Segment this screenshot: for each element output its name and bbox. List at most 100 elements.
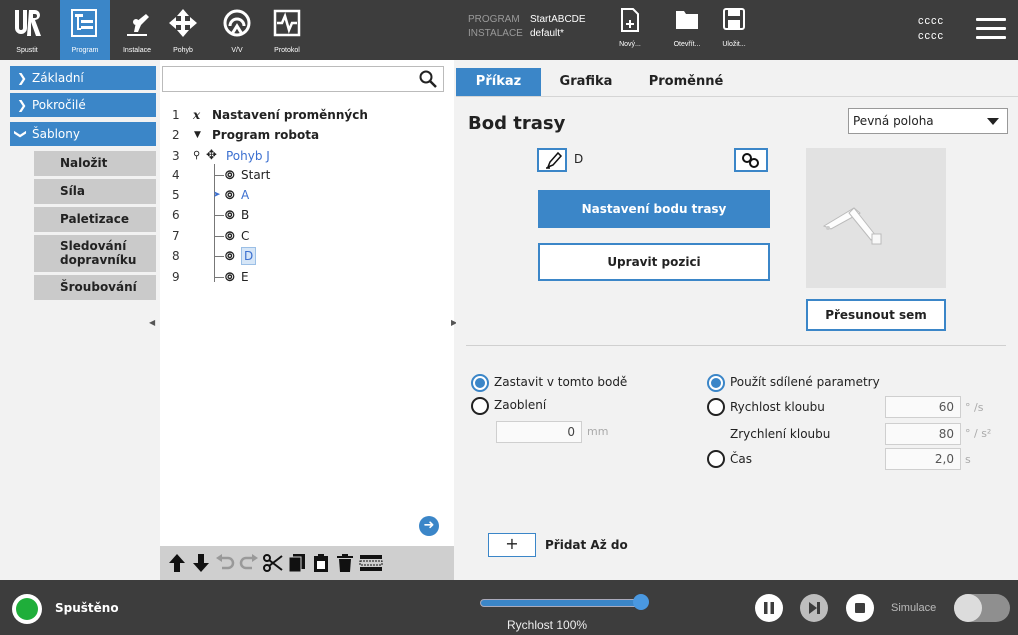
- link-button[interactable]: [734, 148, 768, 172]
- tree-row-selected[interactable]: 8 ⦾ D: [160, 246, 450, 266]
- move-icon: [168, 8, 198, 38]
- tree-row[interactable]: 6 ⦾ B: [160, 205, 450, 225]
- hamburger-menu-icon[interactable]: [976, 18, 1006, 40]
- nav-group-label: Základní: [32, 71, 84, 85]
- speed-slider[interactable]: [480, 599, 642, 607]
- open-button[interactable]: Otevřít...: [669, 8, 705, 58]
- tree-row[interactable]: 9 ⦾ E: [160, 267, 450, 287]
- move-up-icon[interactable]: [166, 552, 188, 574]
- nav-item-palletizing[interactable]: Paletizace: [34, 207, 156, 232]
- redo-icon[interactable]: [238, 552, 260, 574]
- blend-unit: mm: [587, 425, 609, 438]
- move-here-button[interactable]: Přesunout sem: [806, 299, 946, 331]
- user-line-1: cccc: [918, 15, 944, 27]
- pause-button[interactable]: [755, 594, 783, 622]
- edit-pose-button[interactable]: Upravit pozici: [538, 243, 770, 281]
- search-input[interactable]: [162, 66, 444, 92]
- tree-row-label: Start: [241, 168, 271, 182]
- paste-icon[interactable]: [310, 552, 332, 574]
- rename-button[interactable]: [537, 148, 567, 172]
- waypoint-icon: ⦾: [225, 229, 235, 243]
- arrow-right-circle-icon[interactable]: ➜: [419, 516, 439, 536]
- installation-tab[interactable]: Instalace: [112, 0, 162, 60]
- tab-graphics[interactable]: Grafika: [551, 68, 621, 96]
- waypoint-icon: ⦾: [225, 208, 235, 222]
- collapse-left-icon[interactable]: ◀: [149, 318, 157, 327]
- dropdown-arrow-icon: [987, 118, 999, 125]
- nav-group-label: Šablony: [32, 127, 80, 141]
- tree-row-label: A: [241, 188, 250, 202]
- time-label: Čas: [730, 452, 752, 466]
- tree-row[interactable]: 7 ⦾ C: [160, 226, 450, 246]
- waypoint-type-select[interactable]: Pevná poloha: [848, 108, 1008, 134]
- blend-input[interactable]: 0: [496, 421, 582, 443]
- variables-icon: x: [193, 108, 201, 122]
- tree-row[interactable]: 5 ➤ ⦾ A: [160, 185, 450, 205]
- nav-item-conveyor-tracking[interactable]: Sledování dopravníku: [34, 235, 156, 272]
- io-tab[interactable]: V/V: [212, 0, 262, 60]
- tree-row[interactable]: 1 x Nastavení proměnných: [160, 105, 450, 125]
- simulation-toggle[interactable]: [954, 594, 1010, 622]
- joint-accel-input[interactable]: 80: [885, 423, 961, 445]
- delete-icon[interactable]: [334, 552, 356, 574]
- waypoint-icon: ⦾: [225, 270, 235, 284]
- tab-divider: [456, 96, 1018, 97]
- shared-params-radio[interactable]: [707, 374, 725, 392]
- undo-icon[interactable]: [214, 552, 236, 574]
- stop-here-radio[interactable]: [471, 374, 489, 392]
- run-tab[interactable]: Spustit: [2, 0, 52, 60]
- time-unit: s: [965, 453, 971, 466]
- robot-status: Spuštěno: [55, 601, 119, 615]
- installation-key: INSTALACE: [468, 28, 523, 39]
- add-until-button[interactable]: +: [488, 533, 536, 557]
- footer-bar: Spuštěno Rychlost 100% Simulace: [0, 580, 1018, 635]
- tab-variables[interactable]: Proměnné: [641, 68, 731, 96]
- nav-item-screwdriving[interactable]: Šroubování: [34, 275, 156, 300]
- set-waypoint-button[interactable]: Nastavení bodu trasy: [538, 190, 770, 228]
- new-button[interactable]: Nový...: [612, 8, 648, 58]
- tree-row-label: E: [241, 270, 249, 284]
- search-icon[interactable]: [419, 70, 437, 88]
- move-tab[interactable]: Pohyb: [158, 0, 208, 60]
- tree-row[interactable]: 4 ⦾ Start: [160, 165, 450, 185]
- nav-group-advanced[interactable]: ❯ Pokročilé: [10, 93, 156, 117]
- tab-command[interactable]: Příkaz: [456, 68, 541, 96]
- nav-group-basic[interactable]: ❯ Základní: [10, 66, 156, 90]
- power-status-button[interactable]: [12, 594, 42, 624]
- nav-item-force[interactable]: Síla: [34, 179, 156, 204]
- line-number: 5: [172, 188, 180, 202]
- save-icon: [723, 8, 745, 30]
- joint-speed-radio[interactable]: [707, 398, 725, 416]
- blend-radio[interactable]: [471, 397, 489, 415]
- tree-row[interactable]: 2 ▼ Program robota: [160, 125, 450, 145]
- tree-row[interactable]: 3 ⚲ ✥ Pohyb J: [160, 146, 450, 166]
- app-window: Spustit Program Instalace Pohyb V/V Prot…: [0, 0, 1018, 635]
- move-down-icon[interactable]: [190, 552, 212, 574]
- new-file-icon: [621, 8, 639, 32]
- step-button[interactable]: [800, 594, 828, 622]
- copy-icon[interactable]: [286, 552, 308, 574]
- chevron-down-icon: ❯: [14, 128, 29, 140]
- robot-preview: [806, 148, 946, 288]
- nav-group-templates[interactable]: ❯ Šablony: [10, 122, 156, 146]
- header-bar: Spustit Program Instalace Pohyb V/V Prot…: [0, 0, 1018, 60]
- save-button[interactable]: Uložit...: [716, 8, 752, 58]
- stop-button[interactable]: [846, 594, 874, 622]
- nav-item-load[interactable]: Naložit: [34, 151, 156, 176]
- chevron-right-icon: ❯: [17, 71, 28, 85]
- program-icon: [70, 8, 100, 38]
- line-number: 2: [172, 128, 180, 142]
- program-tab[interactable]: Program: [60, 0, 110, 60]
- joint-speed-input[interactable]: 60: [885, 396, 961, 418]
- waypoint-name: D: [574, 152, 584, 166]
- suppress-icon[interactable]: [358, 552, 384, 574]
- collapse-triangle-icon[interactable]: ▼: [194, 125, 201, 145]
- speed-label: Rychlost 100%: [507, 618, 588, 632]
- time-radio[interactable]: [707, 450, 725, 468]
- time-input[interactable]: 2,0: [885, 448, 961, 470]
- log-tab[interactable]: Protokol: [262, 0, 312, 60]
- expand-icon[interactable]: ⚲: [193, 146, 200, 166]
- node-category-panel: ❯ Základní ❯ Pokročilé ❯ Šablony Naložit…: [0, 60, 160, 580]
- speed-slider-handle[interactable]: [633, 594, 649, 610]
- cut-icon[interactable]: [262, 552, 284, 574]
